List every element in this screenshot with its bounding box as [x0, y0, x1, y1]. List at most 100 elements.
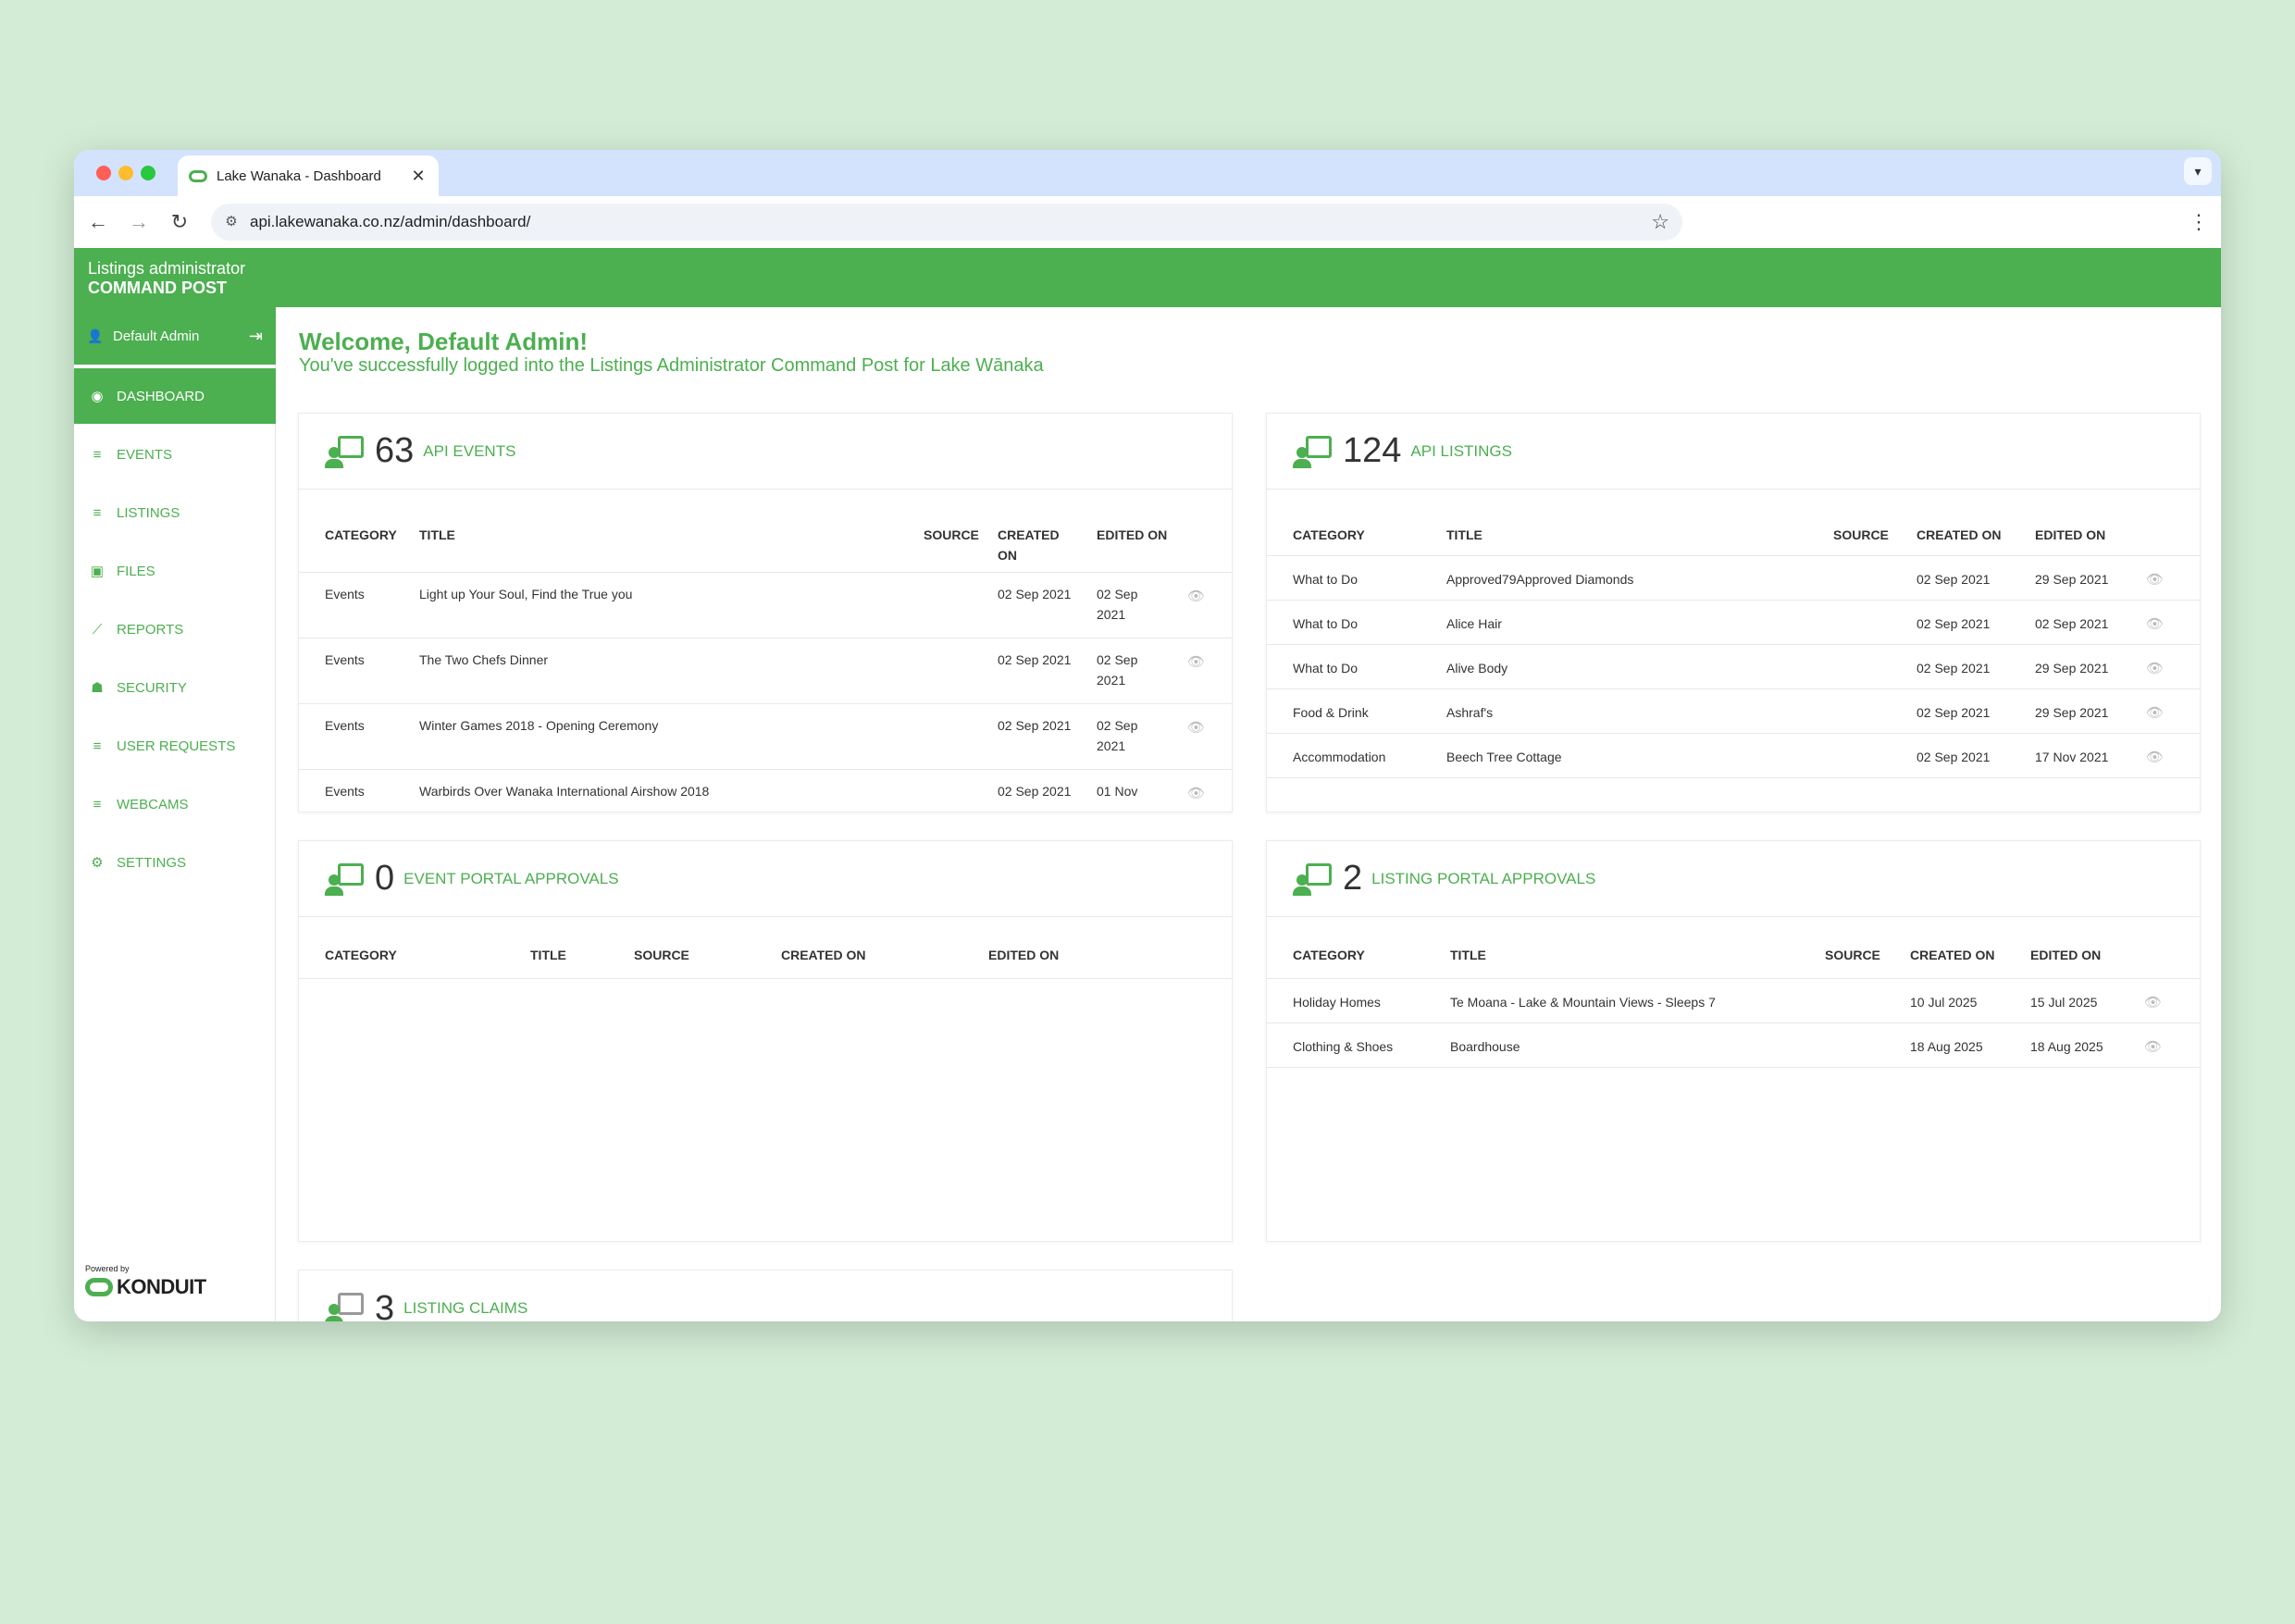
cell-title: Winter Games 2018 - Opening Ceremony [419, 718, 659, 733]
view-eye-icon[interactable]: 👁 [2146, 571, 2164, 588]
cell-created: 02 Sep 2021 [998, 784, 1072, 799]
column-header[interactable]: TITLE [419, 525, 455, 545]
table-row[interactable]: Clothing & Shoes Boardhouse 18 Aug 2025 … [1267, 1023, 2200, 1068]
close-window-button[interactable] [96, 166, 111, 180]
sidebar-item-security[interactable]: ☗ SECURITY [74, 660, 276, 715]
browser-menu-icon[interactable]: ⋮ [2188, 207, 2210, 237]
table-row[interactable]: What to Do Alice Hair 02 Sep 2021 02 Sep… [1267, 601, 2200, 645]
sidebar-item-label: DASHBOARD [117, 388, 205, 404]
view-eye-icon[interactable]: 👁 [2144, 994, 2162, 1010]
logout-icon[interactable]: ⇥ [249, 327, 263, 346]
site-settings-icon[interactable]: ⚙ [220, 211, 242, 233]
cell-created: 02 Sep 2021 [1917, 616, 1991, 631]
cell-category: Events [325, 652, 365, 667]
column-header[interactable]: TITLE [1446, 525, 1482, 545]
tab-close-icon[interactable]: ✕ [409, 167, 428, 186]
sidebar-nav: ◉ DASHBOARD ≡ EVENTS ≡ LISTINGS ▣ FILES … [74, 368, 276, 893]
minimize-window-button[interactable] [118, 166, 133, 180]
browser-tab[interactable]: Lake Wanaka - Dashboard ✕ [178, 155, 439, 196]
table-row[interactable]: What to Do Alive Body 02 Sep 2021 29 Sep… [1267, 645, 2200, 689]
url-text[interactable]: api.lakewanaka.co.nz/admin/dashboard/ [250, 204, 530, 241]
checklist-icon [325, 1291, 366, 1321]
column-header[interactable]: CATEGORY [325, 525, 397, 545]
column-header[interactable]: SOURCE [634, 945, 689, 965]
table-row[interactable]: Events Winter Games 2018 - Opening Cerem… [299, 704, 1232, 770]
database-icon: ≡ [93, 796, 102, 812]
cell-edited: 01 Nov [1097, 784, 1138, 799]
table-row[interactable]: Events The Two Chefs Dinner 02 Sep 2021 … [299, 638, 1232, 704]
column-header[interactable]: EDITED ON [988, 945, 1059, 965]
sidebar-item-user-requests[interactable]: ≡ USER REQUESTS [74, 718, 276, 774]
view-eye-icon[interactable]: 👁 [2146, 660, 2164, 676]
reload-icon[interactable]: ↻ [165, 207, 194, 237]
view-eye-icon[interactable]: 👁 [1187, 719, 1205, 736]
view-eye-icon[interactable]: 👁 [2144, 1038, 2162, 1055]
view-eye-icon[interactable]: 👁 [1187, 653, 1205, 670]
column-header[interactable]: EDITED ON [1097, 525, 1167, 545]
tab-search-button[interactable]: ▾ [2184, 157, 2212, 185]
sidebar-item-label: REPORTS [117, 621, 184, 638]
card-label[interactable]: LISTING CLAIMS [403, 1299, 527, 1318]
cell-created: 02 Sep 2021 [1917, 572, 1991, 587]
column-header[interactable]: TITLE [530, 945, 566, 965]
sidebar-item-dashboard[interactable]: ◉ DASHBOARD [74, 368, 276, 424]
column-header[interactable]: CREATED ON [1917, 525, 2002, 545]
bookmark-star-icon[interactable]: ☆ [1651, 204, 1669, 241]
column-header[interactable]: CREATED ON [998, 525, 1060, 565]
card-label[interactable]: LISTING PORTAL APPROVALS [1371, 870, 1595, 888]
sidebar-item-settings[interactable]: ⚙ SETTINGS [74, 835, 276, 890]
column-header[interactable]: CREATED ON [1910, 945, 1995, 965]
view-eye-icon[interactable]: 👁 [2146, 615, 2164, 632]
table-row[interactable]: Food & Drink Ashraf's 02 Sep 2021 29 Sep… [1267, 689, 2200, 734]
cell-title: Approved79Approved Diamonds [1446, 572, 1634, 587]
cell-category: Holiday Homes [1293, 995, 1381, 1010]
table-row[interactable]: What to Do Approved79Approved Diamonds 0… [1267, 556, 2200, 601]
cell-created: 10 Jul 2025 [1910, 995, 1978, 1010]
address-bar[interactable]: ⚙ api.lakewanaka.co.nz/admin/dashboard/ … [211, 204, 1682, 241]
column-header[interactable]: EDITED ON [2035, 525, 2105, 545]
cell-category: Events [325, 587, 365, 601]
card-label[interactable]: API EVENTS [423, 442, 515, 461]
card-label[interactable]: API LISTINGS [1410, 442, 1512, 461]
back-icon[interactable]: ← [83, 207, 113, 237]
card-header: 2 LISTING PORTAL APPROVALS [1267, 841, 2200, 917]
column-header[interactable]: CATEGORY [325, 945, 397, 965]
cell-title: Alive Body [1446, 661, 1508, 676]
view-eye-icon[interactable]: 👁 [1187, 588, 1205, 604]
table-row[interactable]: Accommodation Beech Tree Cottage 02 Sep … [1267, 734, 2200, 778]
sidebar-item-label: FILES [117, 563, 155, 579]
sidebar-item-events[interactable]: ≡ EVENTS [74, 427, 276, 482]
column-header[interactable]: TITLE [1450, 945, 1486, 965]
cell-category: Clothing & Shoes [1293, 1039, 1394, 1054]
sidebar-item-webcams[interactable]: ≡ WEBCAMS [74, 776, 276, 832]
column-header[interactable]: SOURCE [1833, 525, 1889, 545]
table-header: CATEGORY TITLE SOURCE CREATED ON EDITED … [299, 490, 1232, 573]
sidebar-item-reports[interactable]: ⟋ REPORTS [74, 601, 276, 657]
column-header[interactable]: CREATED ON [781, 945, 866, 965]
chart-line-icon: ⟋ [92, 621, 103, 638]
maximize-window-button[interactable] [141, 166, 155, 180]
card-count: 124 [1343, 431, 1402, 470]
database-icon: ≡ [93, 504, 102, 521]
cell-edited: 18 Aug 2025 [2030, 1039, 2103, 1054]
sidebar-item-files[interactable]: ▣ FILES [74, 543, 276, 599]
column-header[interactable]: CATEGORY [1293, 945, 1365, 965]
user-screen-icon [325, 434, 366, 469]
column-header[interactable]: SOURCE [1825, 945, 1880, 965]
sidebar-item-listings[interactable]: ≡ LISTINGS [74, 485, 276, 540]
table-row[interactable]: Events Warbirds Over Wanaka Internationa… [299, 770, 1232, 812]
view-eye-icon[interactable]: 👁 [2146, 704, 2164, 721]
card-count: 2 [1343, 859, 1363, 898]
card-label[interactable]: EVENT PORTAL APPROVALS [403, 870, 618, 888]
table-row[interactable]: Holiday Homes Te Moana - Lake & Mountain… [1267, 979, 2200, 1023]
card-count: 3 [375, 1288, 395, 1322]
cell-category: What to Do [1293, 572, 1358, 587]
konduit-ring-icon [85, 1278, 113, 1296]
view-eye-icon[interactable]: 👁 [1187, 785, 1205, 801]
table-row[interactable]: Events Light up Your Soul, Find the True… [299, 573, 1232, 638]
view-eye-icon[interactable]: 👁 [2146, 749, 2164, 765]
column-header[interactable]: EDITED ON [2030, 945, 2101, 965]
column-header[interactable]: CATEGORY [1293, 525, 1365, 545]
forward-icon[interactable]: → [124, 207, 154, 237]
column-header[interactable]: SOURCE [924, 525, 979, 545]
